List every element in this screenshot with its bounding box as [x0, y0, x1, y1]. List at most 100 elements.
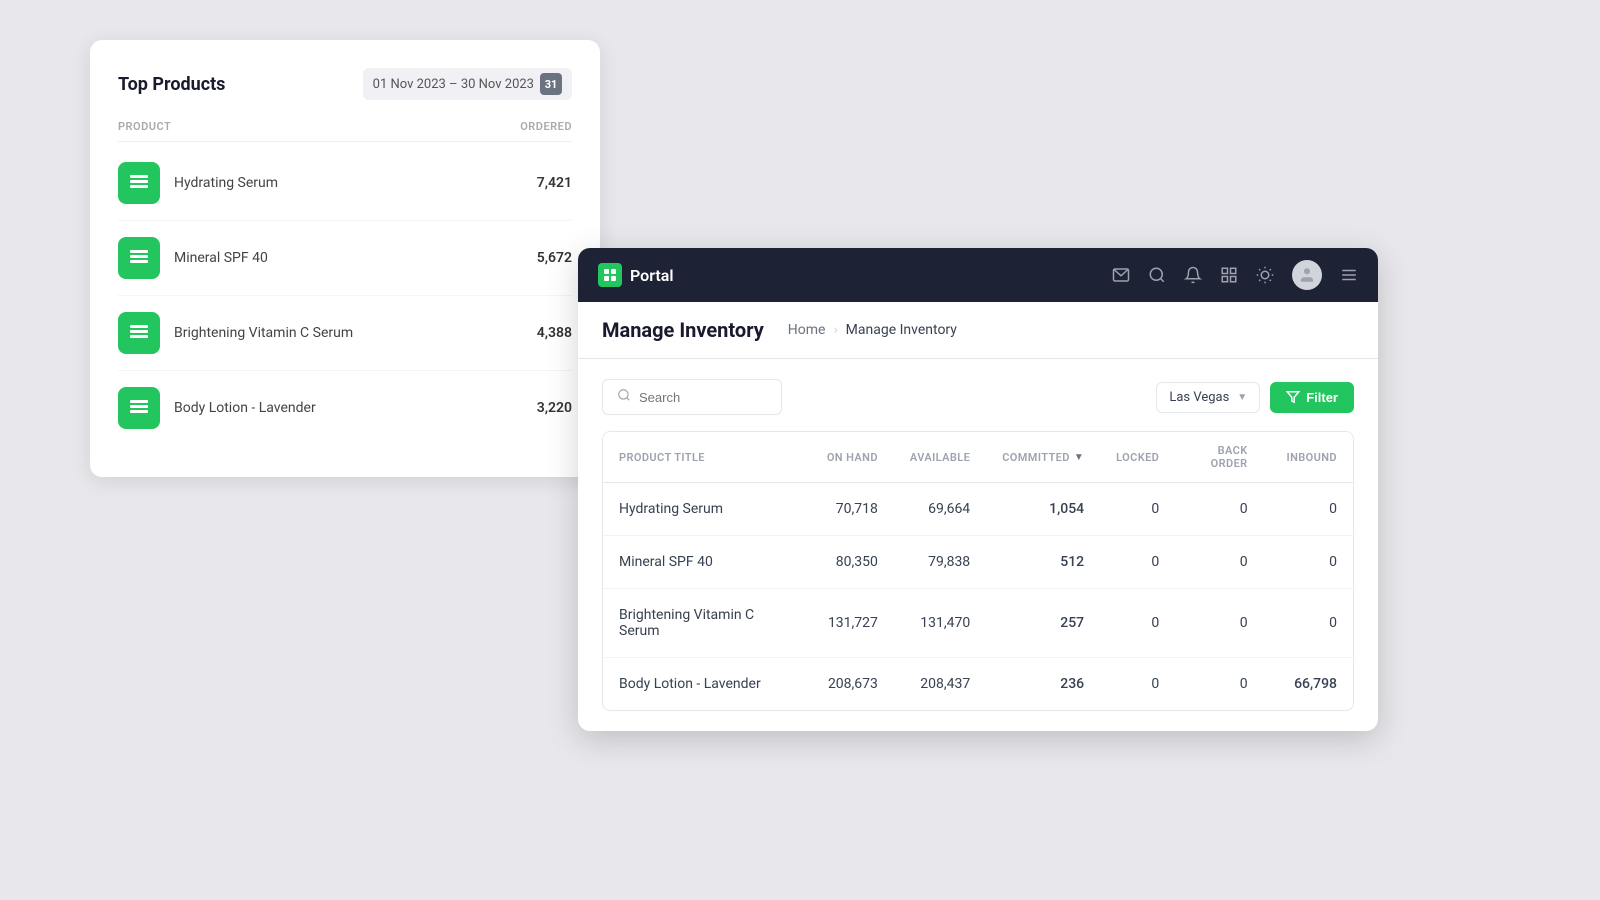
product-row: Hydrating Serum 7,421	[118, 146, 572, 221]
inventory-tbody: Hydrating Serum 70,718 69,664 1,054 0 0 …	[603, 483, 1353, 711]
product-icon-3	[118, 387, 160, 429]
row-available-2: 131,470	[894, 589, 986, 658]
brand-logo-icon	[603, 268, 617, 282]
search-icon	[617, 388, 631, 406]
calendar-icon: 31	[540, 73, 562, 95]
row-locked-3: 0	[1100, 658, 1175, 711]
sort-icon: ▼	[1074, 452, 1084, 463]
row-onhand-0: 70,718	[805, 483, 894, 536]
card-title: Top Products	[118, 74, 225, 95]
row-product-name-3: Body Lotion - Lavender	[603, 658, 805, 711]
toolbar: Las Vegas ▼ Filter	[602, 379, 1354, 415]
row-product-name-0: Hydrating Serum	[603, 483, 805, 536]
grid-icon[interactable]	[1220, 266, 1238, 284]
chevron-down-icon: ▼	[1237, 392, 1247, 403]
menu-icon[interactable]	[1340, 266, 1358, 284]
portal-window: Portal	[578, 248, 1378, 731]
row-backorder-0: 0	[1175, 483, 1263, 536]
product-icon-svg	[128, 172, 150, 194]
date-range-badge[interactable]: 01 Nov 2023 – 30 Nov 2023 31	[363, 68, 572, 100]
page-title: Manage Inventory	[602, 318, 764, 342]
product-icon-0	[118, 162, 160, 204]
product-left-3: Body Lotion - Lavender	[118, 387, 316, 429]
breadcrumb: Home › Manage Inventory	[788, 322, 957, 338]
inbox-icon[interactable]	[1112, 266, 1130, 284]
row-inbound-0: 0	[1264, 483, 1353, 536]
filter-label: Filter	[1306, 390, 1338, 405]
product-name-1: Mineral SPF 40	[174, 250, 268, 266]
location-value: Las Vegas	[1169, 390, 1229, 405]
committed-label: COMMITTED	[1002, 451, 1070, 464]
row-onhand-2: 131,727	[805, 589, 894, 658]
top-products-card: Top Products 01 Nov 2023 – 30 Nov 2023 3…	[90, 40, 600, 477]
sun-icon[interactable]	[1256, 266, 1274, 284]
ordered-col-header: ORDERED	[520, 120, 572, 133]
search-box[interactable]	[602, 379, 782, 415]
th-committed[interactable]: COMMITTED ▼	[986, 432, 1100, 483]
row-backorder-2: 0	[1175, 589, 1263, 658]
filter-button[interactable]: Filter	[1270, 382, 1354, 413]
navbar: Portal	[578, 248, 1378, 302]
row-onhand-1: 80,350	[805, 536, 894, 589]
card-header: Top Products 01 Nov 2023 – 30 Nov 2023 3…	[118, 68, 572, 100]
location-dropdown[interactable]: Las Vegas ▼	[1156, 382, 1260, 413]
table-row: Hydrating Serum 70,718 69,664 1,054 0 0 …	[603, 483, 1353, 536]
brand-name: Portal	[630, 266, 674, 285]
product-row: Brightening Vitamin C Serum 4,388	[118, 296, 572, 371]
row-available-3: 208,437	[894, 658, 986, 711]
table-row: Mineral SPF 40 80,350 79,838 512 0 0 0	[603, 536, 1353, 589]
product-left-2: Brightening Vitamin C Serum	[118, 312, 353, 354]
th-on-hand: ON HAND	[805, 432, 894, 483]
breadcrumb-separator: ›	[833, 322, 837, 338]
th-inbound: INBOUND	[1264, 432, 1353, 483]
th-back-order: BACK ORDER	[1175, 432, 1263, 483]
date-range-text: 01 Nov 2023 – 30 Nov 2023	[373, 77, 534, 92]
product-icon-svg	[128, 322, 150, 344]
row-committed-1: 512	[986, 536, 1100, 589]
product-ordered-2: 4,388	[537, 325, 572, 341]
brand-icon	[598, 263, 622, 287]
row-backorder-1: 0	[1175, 536, 1263, 589]
table-row: Brightening Vitamin C Serum 131,727 131,…	[603, 589, 1353, 658]
row-committed-0: 1,054	[986, 483, 1100, 536]
product-icon-1	[118, 237, 160, 279]
row-available-1: 79,838	[894, 536, 986, 589]
products-table-header: PRODUCT ORDERED	[118, 120, 572, 142]
navbar-icons	[1112, 260, 1358, 290]
toolbar-right: Las Vegas ▼ Filter	[1156, 382, 1354, 413]
inventory-area: Las Vegas ▼ Filter PRODUCT TITLE ON HAND	[578, 359, 1378, 731]
product-left-1: Mineral SPF 40	[118, 237, 268, 279]
avatar[interactable]	[1292, 260, 1322, 290]
th-available: AVAILABLE	[894, 432, 986, 483]
product-row: Body Lotion - Lavender 3,220	[118, 371, 572, 445]
top-products-list: Hydrating Serum 7,421 Mineral SPF 40 5,6…	[118, 146, 572, 445]
product-name-0: Hydrating Serum	[174, 175, 278, 191]
row-product-name-1: Mineral SPF 40	[603, 536, 805, 589]
bell-icon[interactable]	[1184, 266, 1202, 284]
product-row: Mineral SPF 40 5,672	[118, 221, 572, 296]
row-committed-2: 257	[986, 589, 1100, 658]
search-nav-icon[interactable]	[1148, 266, 1166, 284]
filter-icon	[1286, 390, 1300, 404]
row-inbound-2: 0	[1264, 589, 1353, 658]
row-inbound-3: 66,798	[1264, 658, 1353, 711]
product-ordered-3: 3,220	[537, 400, 572, 416]
product-name-3: Body Lotion - Lavender	[174, 400, 316, 416]
page-title-bar: Manage Inventory Home › Manage Inventory	[578, 302, 1378, 359]
product-icon-svg	[128, 397, 150, 419]
product-icon-2	[118, 312, 160, 354]
breadcrumb-current: Manage Inventory	[846, 322, 957, 338]
product-left-0: Hydrating Serum	[118, 162, 278, 204]
row-committed-3: 236	[986, 658, 1100, 711]
row-onhand-3: 208,673	[805, 658, 894, 711]
product-ordered-1: 5,672	[537, 250, 572, 266]
product-name-2: Brightening Vitamin C Serum	[174, 325, 353, 341]
table-header-row: PRODUCT TITLE ON HAND AVAILABLE COMMITTE…	[603, 432, 1353, 483]
row-product-name-2: Brightening Vitamin C Serum	[603, 589, 805, 658]
row-inbound-1: 0	[1264, 536, 1353, 589]
product-icon-svg	[128, 247, 150, 269]
inv-table: PRODUCT TITLE ON HAND AVAILABLE COMMITTE…	[603, 432, 1353, 710]
product-ordered-0: 7,421	[537, 175, 572, 191]
search-input[interactable]	[639, 390, 767, 405]
breadcrumb-home[interactable]: Home	[788, 322, 826, 338]
